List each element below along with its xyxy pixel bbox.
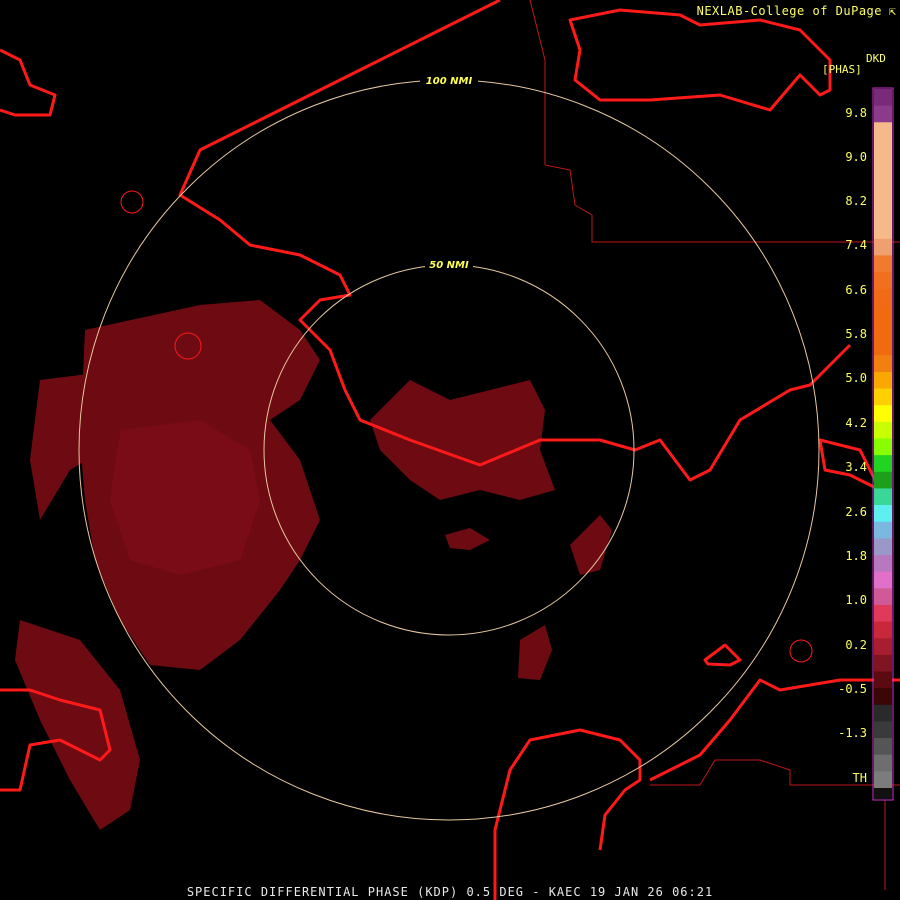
legend-tick-label: 8.2 xyxy=(845,194,867,208)
legend-tick-label: TH xyxy=(852,771,867,785)
echo-south-small xyxy=(518,625,552,680)
legend-color-swatch xyxy=(874,638,892,656)
legend-color-swatch xyxy=(874,588,892,606)
legend-color-swatch xyxy=(874,138,892,157)
cursor-arrow-icon: ⇱ xyxy=(888,4,896,18)
legend-color-swatch xyxy=(874,305,892,323)
coast-northwest xyxy=(0,48,57,117)
legend-color-swatch xyxy=(874,455,892,473)
legend-product-code: DKD xyxy=(866,52,886,65)
legend-tick-label: 4.2 xyxy=(845,416,867,430)
coast-south-bay xyxy=(493,728,642,900)
radar-display: 50 NMI 100 NMI NEXLAB-College of DuPage … xyxy=(0,0,900,900)
echo-east-small xyxy=(570,515,612,575)
legend-tick-label: 3.4 xyxy=(845,460,867,474)
legend-tick-label: 1.8 xyxy=(845,549,867,563)
legend-color-swatch xyxy=(874,704,892,723)
legend-color-swatch xyxy=(874,521,892,539)
legend-color-swatch xyxy=(874,272,892,290)
legend-color-swatch xyxy=(874,388,892,406)
legend-color-swatch xyxy=(874,105,892,123)
legend-color-swatch xyxy=(874,771,892,789)
legend-tick-label: 0.2 xyxy=(845,638,867,652)
legend-color-swatch xyxy=(874,688,892,706)
site-marker-nw xyxy=(120,190,144,214)
legend-color-swatch xyxy=(874,621,892,639)
legend-tick-label: 6.6 xyxy=(845,283,867,297)
echo-center xyxy=(370,380,555,500)
echo-southwest xyxy=(15,620,140,830)
legend-tick-label: -0.5 xyxy=(838,682,867,696)
range-ring-label-50: 50 NMI xyxy=(429,260,469,271)
legend-color-swatch xyxy=(874,238,892,257)
coast-northeast xyxy=(568,8,832,112)
legend-color-swatch xyxy=(874,571,892,589)
legend-color-swatch xyxy=(874,555,892,573)
product-caption: SPECIFIC DIFFERENTIAL PHASE (KDP) 0.5 DE… xyxy=(186,885,714,899)
legend-color-swatch xyxy=(874,604,892,623)
legend-color-swatch xyxy=(874,438,892,456)
legend-color-swatch xyxy=(874,89,892,107)
legend-color-swatch xyxy=(874,754,892,772)
legend-color-swatch xyxy=(874,421,892,440)
range-ring-labels: 50 NMI 100 NMI xyxy=(420,74,478,271)
legend-tick-label: 2.6 xyxy=(845,505,867,519)
credit-label[interactable]: NEXLAB-College of DuPage xyxy=(697,4,882,18)
legend-color-swatch xyxy=(874,671,892,689)
coast-east-island xyxy=(703,643,742,667)
legend-color-swatch xyxy=(874,322,892,340)
legend-color-swatch xyxy=(874,738,892,756)
legend-tick-label: 1.0 xyxy=(845,593,867,607)
legend-color-swatch xyxy=(874,654,892,673)
legend-color-swatch xyxy=(874,405,892,423)
legend-color-swatch xyxy=(874,471,892,490)
legend-color-swatch xyxy=(874,505,892,523)
legend-color-swatch xyxy=(874,538,892,556)
legend-color-swatch xyxy=(874,155,892,173)
legend-tick-label: -1.3 xyxy=(838,726,867,740)
echo-west-core xyxy=(110,420,260,575)
legend-units: [PHAS] xyxy=(822,63,862,76)
legend-tick-label: 9.8 xyxy=(845,106,867,120)
legend-tick-label: 5.0 xyxy=(845,371,867,385)
range-ring-label-100: 100 NMI xyxy=(426,76,473,87)
legend-color-swatch xyxy=(874,788,892,799)
legend-tick-label: 7.4 xyxy=(845,238,867,252)
legend-color-swatch xyxy=(874,721,892,739)
legend-tick-label: 9.0 xyxy=(845,150,867,164)
legend-color-swatch xyxy=(874,222,892,240)
legend-color-swatch xyxy=(874,188,892,207)
legend-color-swatch xyxy=(874,338,892,356)
legend-color-swatch xyxy=(874,371,892,390)
echo-south-speck xyxy=(445,528,490,550)
site-marker-se xyxy=(789,639,813,663)
color-legend-bar xyxy=(874,89,892,799)
legend-color-swatch xyxy=(874,122,892,140)
legend-color-swatch xyxy=(874,288,892,306)
legend-tick-label: 5.8 xyxy=(845,327,867,341)
legend-color-swatch xyxy=(874,488,892,506)
legend-color-swatch xyxy=(874,355,892,373)
radar-map: 50 NMI 100 NMI xyxy=(0,0,900,900)
legend-color-swatch xyxy=(874,255,892,273)
legend-color-swatch xyxy=(874,172,892,190)
legend-color-swatch xyxy=(874,205,892,223)
